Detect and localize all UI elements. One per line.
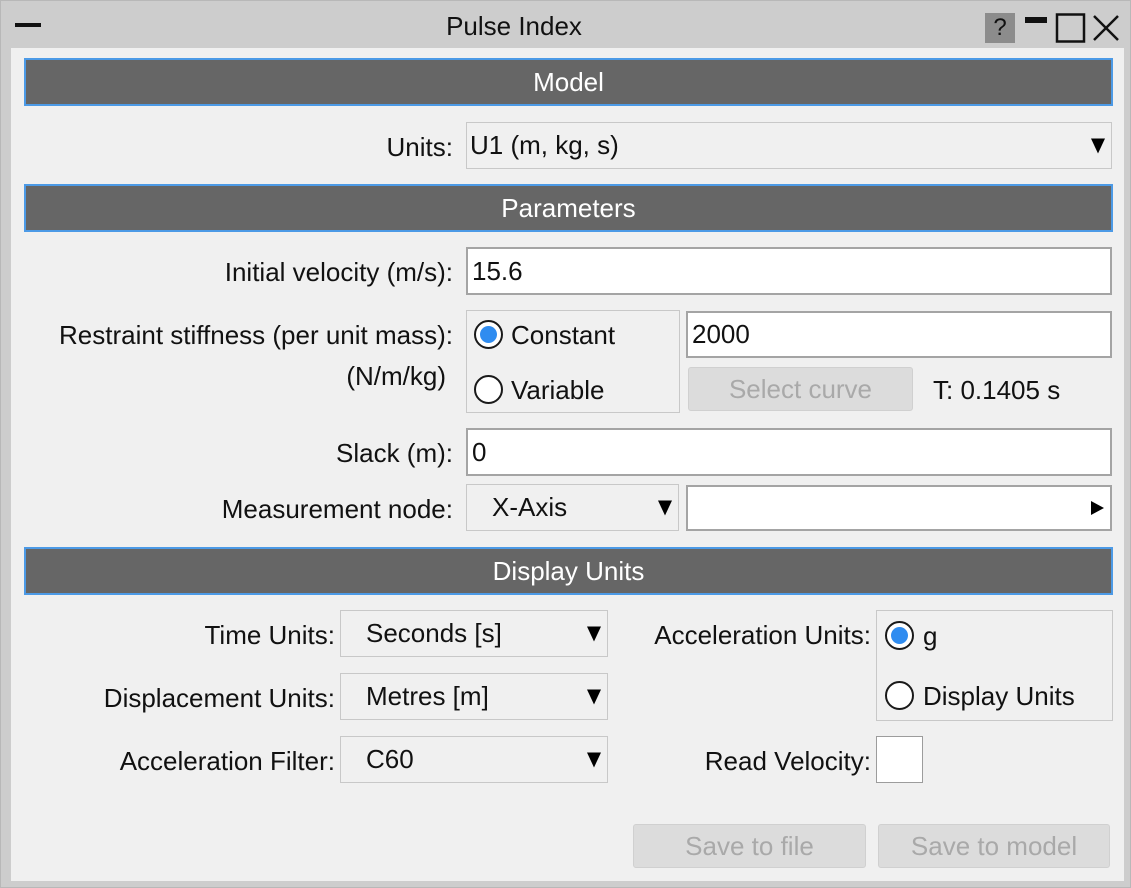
maximize-button[interactable] bbox=[1055, 13, 1087, 43]
stiffness-input[interactable]: 2000 bbox=[686, 311, 1112, 358]
units-value: U1 (m, kg, s) bbox=[470, 130, 619, 160]
save-to-model-label: Save to model bbox=[910, 830, 1078, 861]
acceleration-filter-dropdown[interactable]: C60 bbox=[340, 736, 608, 783]
initial-velocity-value: 15.6 bbox=[472, 255, 523, 286]
section-display-units-header: Display Units bbox=[24, 547, 1113, 595]
select-curve-label: Select curve bbox=[728, 373, 873, 404]
measurement-node-input[interactable] bbox=[686, 485, 1112, 531]
save-to-file-label: Save to file bbox=[685, 830, 814, 861]
displacement-units-dropdown[interactable]: Metres [m] bbox=[340, 673, 608, 720]
save-to-file-button[interactable]: Save to file bbox=[633, 824, 866, 868]
time-units-dropdown[interactable]: Seconds [s] bbox=[340, 610, 608, 657]
pulse-index-window: Pulse Index ? Model Units: U1 (m, kg, s)… bbox=[0, 0, 1131, 888]
chevron-down-icon bbox=[587, 626, 601, 641]
displacement-units-value: Metres [m] bbox=[366, 681, 489, 711]
minimize-icon bbox=[1025, 17, 1047, 23]
select-curve-button[interactable]: Select curve bbox=[688, 367, 913, 411]
displacement-units-label: Displacement Units: bbox=[103, 683, 335, 713]
chevron-down-icon bbox=[587, 752, 601, 767]
units-label: Units: bbox=[386, 132, 453, 162]
restraint-stiffness-units-label: (N/m/kg) bbox=[346, 361, 446, 391]
slack-value: 0 bbox=[472, 436, 487, 467]
initial-velocity-label: Initial velocity (m/s): bbox=[224, 257, 453, 287]
window-title: Pulse Index bbox=[446, 11, 582, 41]
initial-velocity-input[interactable]: 15.6 bbox=[466, 247, 1112, 295]
acceleration-display-label: Display Units bbox=[923, 681, 1075, 711]
restraint-stiffness-label: Restraint stiffness (per unit mass): bbox=[59, 320, 453, 350]
save-to-model-button[interactable]: Save to model bbox=[878, 824, 1110, 868]
chevron-down-icon bbox=[658, 500, 672, 515]
acceleration-filter-label: Acceleration Filter: bbox=[119, 746, 335, 776]
acceleration-filter-value: C60 bbox=[366, 744, 414, 774]
constant-label: Constant bbox=[511, 320, 616, 350]
acceleration-display-radio[interactable] bbox=[885, 681, 914, 710]
title-bar: Pulse Index ? bbox=[1, 1, 1131, 49]
section-parameters-header: Parameters bbox=[24, 184, 1113, 232]
measurement-node-label: Measurement node: bbox=[221, 494, 453, 524]
slack-input[interactable]: 0 bbox=[466, 428, 1112, 476]
variable-label: Variable bbox=[511, 375, 605, 405]
section-model-header: Model bbox=[24, 58, 1113, 106]
time-units-value: Seconds [s] bbox=[366, 618, 502, 648]
read-velocity-checkbox[interactable] bbox=[876, 736, 923, 783]
help-button[interactable]: ? bbox=[985, 13, 1015, 43]
minimize-button[interactable] bbox=[1024, 13, 1048, 43]
help-icon: ? bbox=[993, 14, 1007, 41]
measurement-axis-value: X-Axis bbox=[492, 492, 568, 522]
chevron-down-icon bbox=[1091, 138, 1105, 153]
close-button[interactable] bbox=[1091, 13, 1121, 43]
acceleration-g-radio[interactable] bbox=[885, 621, 914, 650]
stiffness-value: 2000 bbox=[692, 319, 750, 349]
units-dropdown[interactable]: U1 (m, kg, s) bbox=[466, 122, 1112, 169]
period-text: T: 0.1405 s bbox=[933, 375, 1061, 405]
close-icon bbox=[1093, 15, 1119, 41]
chevron-down-icon bbox=[587, 689, 601, 704]
measurement-axis-dropdown[interactable]: X-Axis bbox=[466, 484, 679, 531]
variable-radio[interactable] bbox=[474, 375, 503, 404]
acceleration-g-label: g bbox=[923, 621, 938, 651]
maximize-icon bbox=[1055, 13, 1086, 43]
slack-label: Slack (m): bbox=[336, 438, 453, 468]
acceleration-units-label: Acceleration Units: bbox=[654, 620, 871, 650]
time-units-label: Time Units: bbox=[204, 620, 336, 650]
chevron-right-icon[interactable] bbox=[1091, 501, 1104, 515]
read-velocity-label: Read Velocity: bbox=[704, 746, 871, 776]
constant-radio[interactable] bbox=[474, 320, 503, 349]
